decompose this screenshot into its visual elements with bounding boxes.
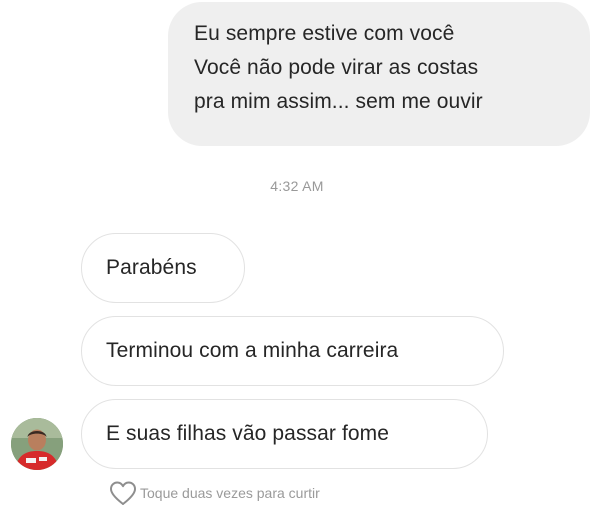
received-message-text: Parabéns (106, 256, 197, 279)
received-message-bubble-1[interactable]: Parabéns (81, 233, 245, 303)
heart-outline-icon[interactable] (108, 480, 138, 506)
received-message-text: E suas filhas vão passar fome (106, 422, 390, 445)
avatar-image (11, 418, 63, 470)
received-message-bubble-2[interactable]: Terminou com a minha carreira (81, 316, 504, 386)
received-message-bubble-3[interactable]: E suas filhas vão passar fome (81, 399, 488, 469)
message-timestamp: 4:32 AM (270, 178, 324, 194)
sent-message-line-3: pra mim assim... sem me ouvir (194, 90, 483, 113)
received-message-text: Terminou com a minha carreira (106, 339, 399, 362)
sender-avatar[interactable] (11, 418, 63, 470)
sent-message-bubble[interactable]: Eu sempre estive com você Você não pode … (168, 2, 590, 146)
sent-message-line-2: Você não pode virar as costas (194, 56, 479, 79)
like-hint-row: Toque duas vezes para curtir (108, 480, 320, 506)
like-hint-text: Toque duas vezes para curtir (140, 485, 320, 501)
sent-message-line-1: Eu sempre estive com você (194, 22, 455, 45)
